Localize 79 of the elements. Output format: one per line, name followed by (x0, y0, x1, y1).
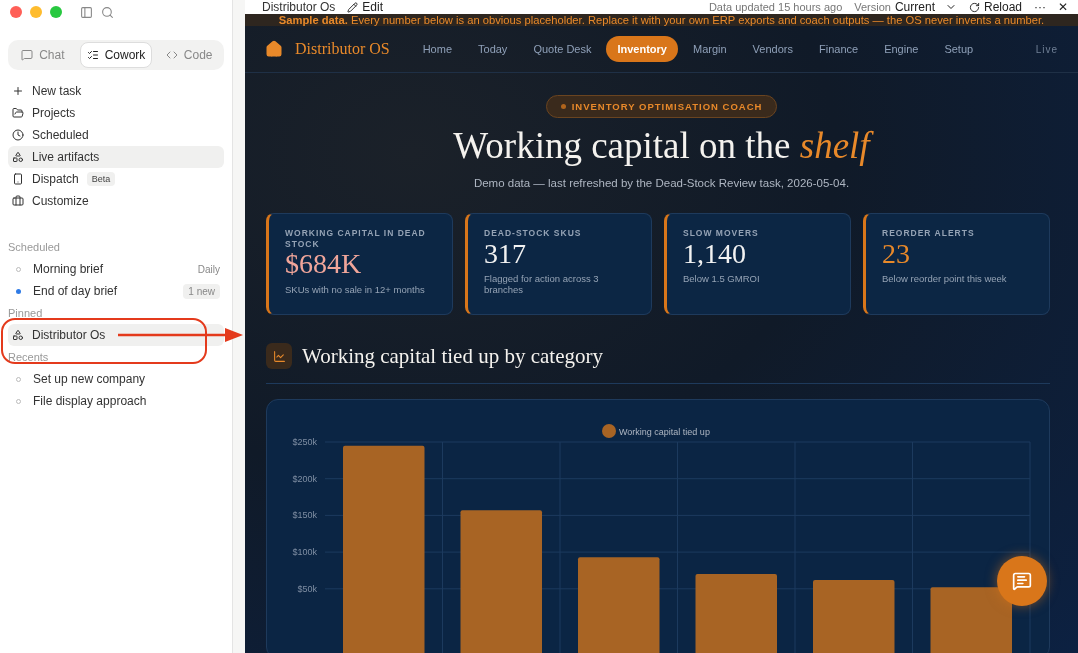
sample-data-notice: Sample data. Every number below is an obvious placeholder. Replace it with your own ERP exports and coach outputs — the OS never invents a number. (245, 14, 1078, 26)
y-tick-label: $50k (297, 583, 317, 594)
section-title: Scheduled (8, 240, 61, 255)
nav-tab[interactable]: Quote Desk (522, 36, 603, 62)
briefcase-icon (12, 195, 24, 207)
headline: Working capital on the shelf (245, 124, 1078, 167)
search-icon[interactable] (101, 5, 114, 19)
home-icon (265, 40, 283, 58)
version-label: Version (854, 1, 891, 13)
nav-tab[interactable]: Margin (682, 36, 738, 62)
chart-icon (266, 343, 292, 369)
metric-value: 1,140 (683, 238, 747, 270)
artifact-icon (12, 329, 24, 341)
item-meta: 1 new (183, 283, 220, 299)
legend-label: Working capital tied up (619, 427, 710, 437)
nav-item[interactable]: Dispatch (32, 172, 79, 186)
chat-bubble-icon (21, 49, 34, 61)
metric-value: $684K (285, 249, 363, 281)
y-tick-label: $100k (292, 547, 317, 558)
pencil-icon (347, 1, 359, 13)
metric-note: Below 1.5 GMROI (683, 273, 761, 285)
more-button[interactable]: ··· (1034, 0, 1046, 14)
y-tick-label: $150k (292, 510, 317, 521)
sidebar-item[interactable]: Set up new company (33, 372, 146, 386)
nav-tab[interactable]: Finance (808, 36, 870, 62)
metric-value: 317 (484, 238, 527, 270)
reload-icon (968, 1, 980, 13)
chat-bubble-icon (1012, 571, 1032, 591)
metric-label: WORKING CAPITAL IN DEAD STOCK (285, 228, 427, 250)
nav-item[interactable]: Customize (32, 194, 89, 208)
reload-button[interactable]: Reload (968, 0, 1022, 14)
item-meta: Daily (197, 263, 220, 275)
metric-value: 23 (882, 238, 911, 270)
phone-icon (12, 173, 24, 185)
minimize-window-button[interactable] (30, 6, 42, 18)
maximize-window-button[interactable] (50, 6, 62, 18)
nav-item[interactable]: Scheduled (32, 128, 89, 142)
metric-note: Flagged for action across 3 branches (484, 273, 600, 296)
nav-tab[interactable]: Setup (933, 36, 985, 62)
edit-button[interactable]: Edit (347, 0, 384, 14)
section-title: Pinned (8, 306, 44, 321)
nav-tab[interactable]: Vendors (741, 36, 804, 62)
nav-item[interactable]: Projects (32, 106, 76, 120)
sidebar-item[interactable]: End of day brief (33, 284, 118, 298)
document-title: Distributor Os (262, 0, 336, 14)
sidebar-item[interactable]: File display approach (33, 394, 147, 408)
y-tick-label: $200k (292, 473, 317, 484)
brand-name: Distributor OS (295, 40, 390, 58)
close-window-button[interactable] (10, 6, 22, 18)
clock-icon (12, 129, 24, 141)
sidebar-toggle-icon[interactable] (80, 5, 93, 19)
artifact-icon (12, 151, 24, 163)
mode-tab[interactable]: Cowork (79, 42, 153, 68)
metric-label: REORDER ALERTS (882, 228, 976, 239)
section-title: Recents (8, 350, 50, 365)
section-title: Working capital tied up by category (302, 343, 603, 369)
subtitle: Demo data — last refreshed by the Dead-Stock Review task, 2026-05-04. (472, 177, 851, 189)
nav-item[interactable]: New task (32, 84, 82, 98)
metric-note: Below reorder point this week (882, 273, 1008, 285)
nav-tab[interactable]: Engine (873, 36, 930, 62)
sidebar-item[interactable]: Morning brief (33, 262, 104, 276)
update-status: Data updated 15 hours ago (708, 1, 843, 13)
code-icon (165, 49, 178, 61)
chat-button[interactable] (997, 556, 1047, 606)
nav-tab[interactable]: Today (467, 36, 519, 62)
chart-legend: Working capital tied up (602, 424, 710, 438)
coach-pill: INVENTORY OPTIMISATION COACH (545, 95, 778, 118)
version-select[interactable]: Current (894, 0, 957, 14)
close-button[interactable]: ✕ (1058, 0, 1068, 14)
metric-note: SKUs with no sale in 12+ months (285, 284, 426, 296)
live-status: Live (1035, 43, 1058, 55)
plus-icon (12, 85, 24, 97)
folder-icon (12, 107, 24, 119)
checklist-icon (86, 49, 99, 61)
beta-badge: Beta (86, 172, 116, 186)
y-tick-label: $250k (292, 437, 317, 447)
metric-label: DEAD-STOCK SKUS (484, 228, 583, 239)
metric-label: SLOW MOVERS (683, 228, 760, 239)
nav-tab[interactable]: Home (411, 36, 463, 62)
